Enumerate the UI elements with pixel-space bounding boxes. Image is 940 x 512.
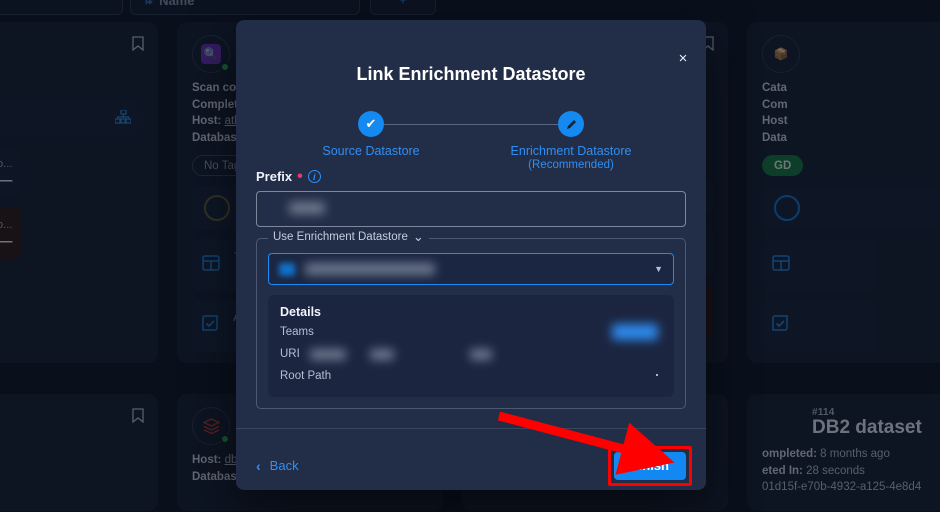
fieldset-legend-text: Use Enrichment Datastore: [273, 231, 408, 243]
back-button-label: Back: [269, 458, 299, 473]
required-marker: •: [297, 167, 303, 185]
prefix-label-text: Prefix: [256, 169, 293, 184]
details-heading: Details: [280, 305, 321, 319]
chevron-down-icon: ▼: [654, 264, 663, 274]
pencil-icon: [558, 111, 584, 137]
check-icon: ✔: [358, 111, 384, 137]
redacted-value: [656, 374, 658, 376]
modal-title: Link Enrichment Datastore: [356, 64, 586, 84]
close-icon[interactable]: ×: [673, 48, 693, 68]
info-icon[interactable]: i: [307, 170, 321, 183]
chevron-left-icon: ‹: [256, 457, 261, 474]
redacted-value: [470, 349, 492, 360]
link-enrichment-datastore-modal: × Link Enrichment Datastore ✔ Source Dat…: [236, 20, 706, 490]
details-panel: Details Teams URI Root Path: [268, 295, 674, 397]
chevron-down-icon: ⌄: [412, 229, 424, 244]
datastore-icon: [279, 262, 295, 276]
wizard-stepper: ✔ Source Datastore Enrichment Datastore …: [321, 111, 631, 171]
step-label: Enrichment Datastore: [510, 144, 632, 158]
details-label: Teams: [280, 326, 314, 338]
details-row-uri: URI: [280, 348, 662, 363]
step-source-datastore[interactable]: ✔ Source Datastore: [311, 111, 431, 159]
step-enrichment-datastore[interactable]: Enrichment Datastore (Recommended): [481, 111, 661, 171]
redacted-value: [310, 349, 346, 360]
redacted-value: [305, 263, 435, 275]
modal-footer: ‹ Back Finish: [236, 428, 706, 490]
prefix-input[interactable]: [256, 191, 686, 227]
redacted-value: [289, 202, 325, 214]
details-row-teams: Teams: [280, 324, 662, 341]
back-button[interactable]: ‹ Back: [256, 458, 299, 474]
details-label: Root Path: [280, 370, 332, 382]
finish-button[interactable]: Finish: [613, 451, 686, 480]
details-row-root-path: Root Path: [280, 370, 662, 385]
fieldset-legend[interactable]: Use Enrichment Datastore ⌄: [268, 229, 429, 244]
prefix-label: Prefix • i: [256, 167, 686, 185]
step-label: Source Datastore: [322, 144, 420, 158]
step-sublabel: (Recommended): [528, 159, 614, 171]
enrichment-datastore-select[interactable]: ▼: [268, 253, 674, 285]
enrichment-datastore-fieldset: Use Enrichment Datastore ⌄ ▼ Details Tea…: [256, 230, 686, 409]
details-label: URI: [280, 348, 300, 360]
redacted-value: [612, 324, 658, 340]
redacted-value: [370, 349, 394, 360]
